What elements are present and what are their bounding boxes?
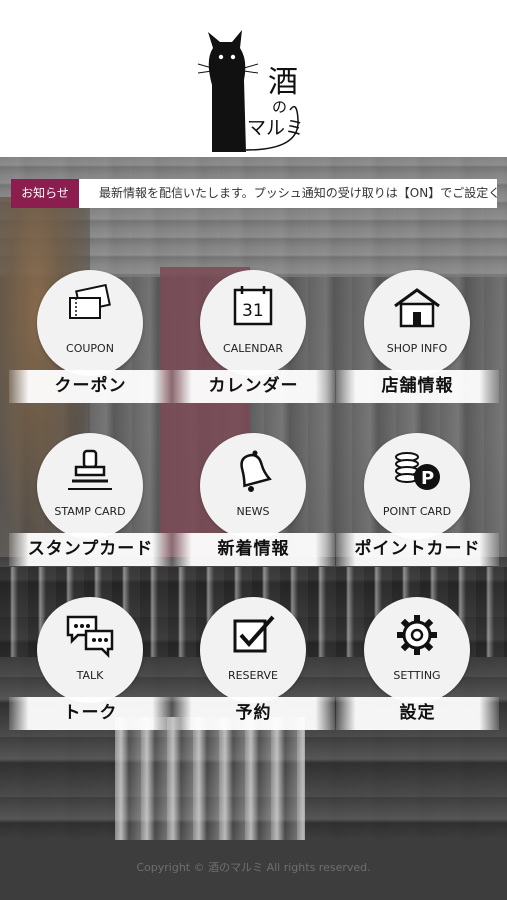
coupon-button[interactable]: COUPON — [37, 270, 143, 376]
app-footer: Copyright © 酒のマルミ All rights reserved. — [0, 840, 507, 900]
news-ticker[interactable]: お知らせ 最新情報を配信いたします。プッシュ通知の受け取りは【ON】でご設定くだ… — [11, 179, 497, 208]
logo-kanji: 酒 — [268, 65, 298, 100]
stamp-card-label-jp: スタンプカード — [27, 539, 154, 559]
calendar-day: 31 — [242, 301, 264, 321]
point-card-label-jp: ポイントカード — [354, 539, 481, 559]
news-button[interactable]: NEWS — [200, 433, 306, 539]
talk-label-jp: トーク — [63, 703, 118, 723]
setting-button[interactable]: SETTING — [364, 597, 470, 703]
point-card-label-en: POINT CARD — [382, 505, 452, 518]
menu-reserve[interactable]: RESERVE 予約 — [172, 597, 335, 737]
stamp-card-label-en: STAMP CARD — [54, 505, 126, 518]
stamp-icon — [68, 449, 112, 490]
calendar-title-bar[interactable]: カレンダー — [172, 370, 335, 403]
logo-no: の — [272, 98, 287, 116]
coupon-label-en: COUPON — [66, 342, 114, 355]
point-card-title-bar[interactable]: ポイントカード — [336, 533, 499, 566]
bell-icon — [240, 450, 272, 492]
talk-button[interactable]: TALK — [37, 597, 143, 703]
checkbox-icon — [233, 615, 275, 653]
shop-icon — [394, 288, 440, 328]
logo-name: マルミ — [247, 117, 304, 139]
menu-talk[interactable]: TALK トーク — [9, 597, 172, 737]
coupon-title-bar[interactable]: クーポン — [9, 370, 172, 403]
news-label-en: NEWS — [236, 505, 270, 518]
menu-stamp-card[interactable]: STAMP CARD スタンプカード — [9, 433, 172, 573]
copyright-text: Copyright © 酒のマルミ All rights reserved. — [136, 861, 371, 874]
shop-info-button[interactable]: SHOP INFO — [364, 270, 470, 376]
calendar-label-jp: カレンダー — [208, 376, 299, 396]
chat-icon — [66, 615, 114, 659]
stamp-card-title-bar[interactable]: スタンプカード — [9, 533, 172, 566]
coin-letter: P — [421, 468, 434, 489]
menu-calendar[interactable]: 31 CALENDAR カレンダー — [172, 270, 335, 410]
setting-label-jp: 設定 — [399, 703, 436, 723]
talk-label-en: TALK — [76, 669, 104, 682]
menu-point-card[interactable]: P POINT CARD ポイントカード — [336, 433, 499, 573]
reserve-label-jp: 予約 — [235, 703, 272, 723]
setting-title-bar[interactable]: 設定 — [336, 697, 499, 730]
shop-info-label-jp: 店舗情報 — [381, 376, 454, 396]
calendar-button[interactable]: 31 CALENDAR — [200, 270, 306, 376]
news-tag: お知らせ — [11, 179, 79, 208]
stamp-card-button[interactable]: STAMP CARD — [37, 433, 143, 539]
news-ticker-text[interactable]: 最新情報を配信いたします。プッシュ通知の受け取りは【ON】でご設定ください。 — [99, 179, 497, 208]
cat-logo: 酒 の マルミ — [197, 30, 304, 152]
shop-info-title-bar[interactable]: 店舗情報 — [336, 370, 499, 403]
news-title-bar[interactable]: 新着情報 — [172, 533, 335, 566]
reserve-title-bar[interactable]: 予約 — [172, 697, 335, 730]
reserve-button[interactable]: RESERVE — [200, 597, 306, 703]
talk-title-bar[interactable]: トーク — [9, 697, 172, 730]
menu-coupon[interactable]: COUPON クーポン — [9, 270, 172, 410]
menu-news[interactable]: NEWS 新着情報 — [172, 433, 335, 573]
coupon-icon — [69, 284, 111, 319]
coupon-label-jp: クーポン — [54, 376, 127, 396]
app-header: 酒 の マルミ — [0, 0, 507, 157]
news-label-jp: 新着情報 — [217, 539, 290, 559]
setting-label-en: SETTING — [393, 669, 441, 682]
gear-icon — [397, 615, 437, 655]
calendar-label-en: CALENDAR — [223, 342, 283, 355]
menu-setting[interactable]: SETTING 設定 — [336, 597, 499, 737]
menu-shop-info[interactable]: SHOP INFO 店舗情報 — [336, 270, 499, 410]
reserve-label-en: RESERVE — [227, 669, 279, 682]
point-card-button[interactable]: P POINT CARD — [364, 433, 470, 539]
shop-info-label-en: SHOP INFO — [386, 342, 448, 355]
coin-icon: P — [395, 452, 440, 490]
calendar-icon: 31 — [233, 286, 273, 326]
